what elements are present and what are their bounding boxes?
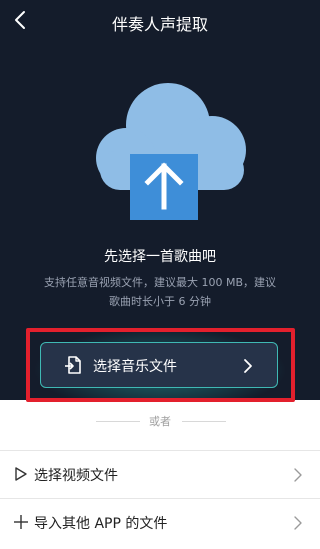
- or-separator: 或者: [0, 413, 320, 429]
- hero-heading: 先选择一首歌曲吧: [104, 249, 216, 265]
- select-music-file-label: 选择音乐文件: [93, 359, 177, 375]
- or-text: 或者: [149, 415, 171, 428]
- separator-line-right: [182, 421, 226, 422]
- play-icon: [15, 467, 27, 481]
- file-import-icon: [65, 356, 81, 374]
- select-music-file-button[interactable]: 选择音乐文件: [40, 342, 278, 388]
- nav-bar: 伴奏人声提取: [0, 0, 320, 44]
- page-title: 伴奏人声提取: [111, 15, 208, 34]
- chevron-right-icon: [244, 359, 252, 373]
- chevron-right-icon: [294, 516, 302, 530]
- cloud-upload-icon: [96, 83, 246, 220]
- hero-description: 支持任意音视频文件，建议最大 100 MB，建议歌曲时长小于 6 分钟: [43, 276, 277, 308]
- chevron-right-icon: [294, 468, 302, 482]
- select-video-file-label: 选择视频文件: [34, 468, 118, 484]
- import-from-app-label: 导入其他 APP 的文件: [34, 516, 168, 532]
- select-video-file-row[interactable]: 选择视频文件: [0, 451, 320, 499]
- import-from-app-row[interactable]: 导入其他 APP 的文件: [0, 499, 320, 547]
- plus-icon: [14, 515, 28, 529]
